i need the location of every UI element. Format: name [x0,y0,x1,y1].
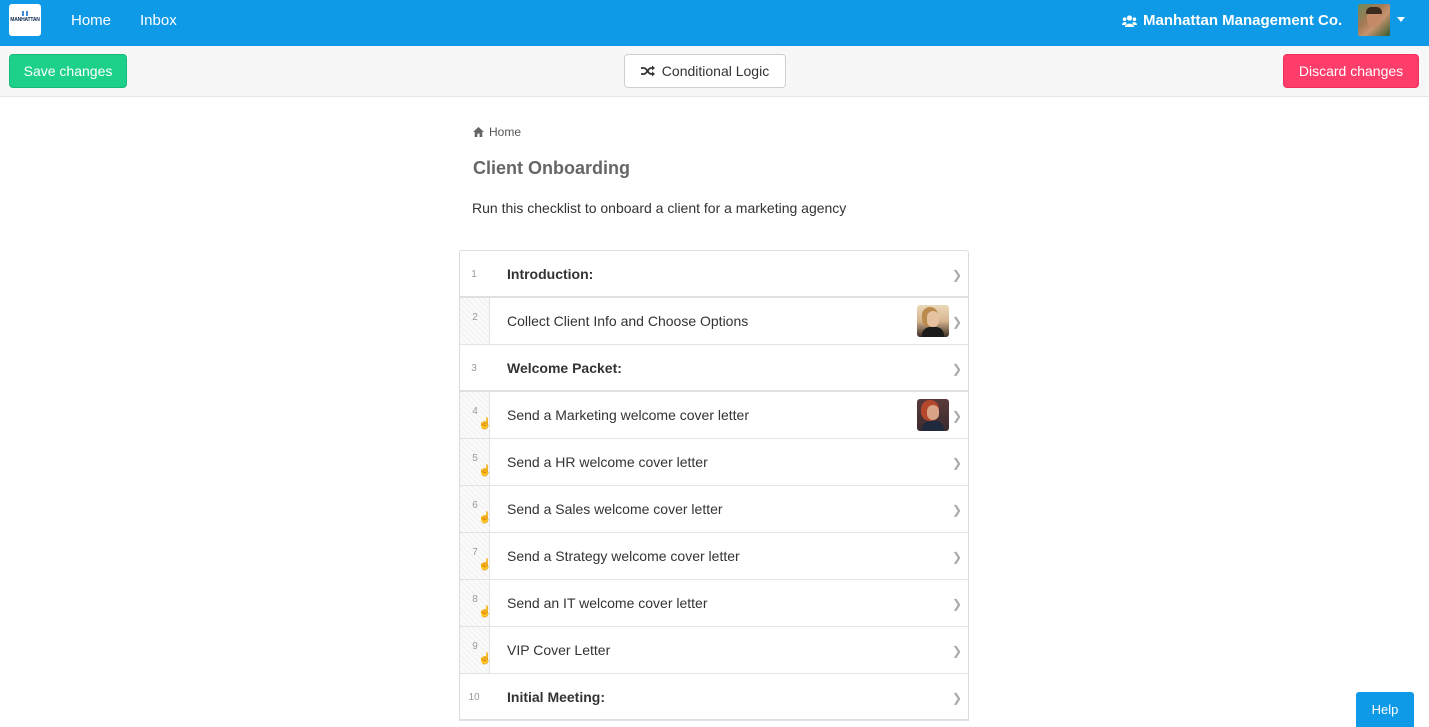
task-label: Collect Client Info and Choose Options [507,313,749,329]
task-number: 8 [472,594,478,605]
task-row[interactable]: 7 ☝ Send a Strategy welcome cover letter … [460,533,968,580]
chevron-right-icon: ❯ [951,268,962,282]
task-number-cell: 3 [460,345,490,390]
assignee-avatar[interactable] [917,399,949,431]
organization-switcher[interactable]: Manhattan Management Co. [1122,12,1342,29]
avatar-hair [1366,7,1382,14]
task-label: Initial Meeting: [507,689,605,705]
chevron-right-icon: ❯ [951,550,962,564]
task-number-cell: 2 [460,298,490,344]
task-row[interactable]: 6 ☝ Send a Sales welcome cover letter ❯ [460,486,968,533]
conditional-logic-button[interactable]: Conditional Logic [624,54,786,88]
task-number-cell: 6 ☝ [460,486,492,532]
save-changes-button[interactable]: Save changes [9,54,127,88]
assignee-avatar[interactable] [917,305,949,337]
top-navbar: MANHATTAN Home Inbox Manhattan Managemen… [0,0,1429,46]
task-label: Send a Sales welcome cover letter [507,501,723,517]
task-number-cell: 8 ☝ [460,580,492,626]
task-row[interactable]: 1 Introduction: ❯ [460,251,968,298]
task-row[interactable]: 10 Initial Meeting: ❯ [460,674,968,721]
hand-pointer-icon[interactable]: ☝ [478,513,492,524]
user-avatar[interactable] [1358,4,1390,36]
task-number: 9 [472,641,478,652]
task-number: 1 [471,269,477,280]
task-number-cell: 1 [460,251,490,296]
task-label: Send a HR welcome cover letter [507,454,708,470]
chevron-right-icon: ❯ [951,644,962,658]
hand-pointer-icon[interactable]: ☝ [478,654,492,665]
task-list: 1 Introduction: ❯ 2 Collect Client Info … [459,250,969,721]
chevron-right-icon: ❯ [951,409,962,423]
chevron-right-icon: ❯ [951,503,962,517]
task-number: 6 [472,500,478,511]
hand-pointer-icon[interactable]: ☝ [478,466,492,477]
task-row[interactable]: 8 ☝ Send an IT welcome cover letter ❯ [460,580,968,627]
task-label: Send an IT welcome cover letter [507,595,708,611]
nav-home-link[interactable]: Home [71,12,111,29]
hand-pointer-icon[interactable]: ☝ [478,419,492,430]
task-row[interactable]: 5 ☝ Send a HR welcome cover letter ❯ [460,439,968,486]
task-number: 2 [472,312,478,323]
task-number-cell: 7 ☝ [460,533,492,579]
task-label: Welcome Packet: [507,360,622,376]
task-number: 10 [468,692,480,703]
page-title[interactable]: Client Onboarding [473,158,630,179]
task-number-cell: 5 ☝ [460,439,492,485]
chevron-right-icon: ❯ [951,456,962,470]
task-row[interactable]: 2 Collect Client Info and Choose Options… [460,298,968,345]
task-label: Introduction: [507,266,594,282]
conditional-logic-label: Conditional Logic [661,63,770,79]
task-number: 4 [472,406,478,417]
hand-pointer-icon[interactable]: ☝ [478,607,492,618]
logo-mark [22,11,28,16]
chevron-right-icon: ❯ [951,315,962,329]
organization-name: Manhattan Management Co. [1143,12,1343,29]
nav-inbox-link[interactable]: Inbox [140,12,177,29]
chevron-right-icon: ❯ [951,691,962,705]
task-number-cell: 10 [460,674,490,719]
users-icon [1122,14,1137,27]
chevron-right-icon: ❯ [951,597,962,611]
task-row[interactable]: 3 Welcome Packet: ❯ [460,345,968,392]
task-label: Send a Strategy welcome cover letter [507,548,740,564]
user-menu-caret-icon[interactable] [1397,17,1405,22]
task-number: 5 [472,453,478,464]
help-button[interactable]: Help [1356,692,1414,727]
logo-text: MANHATTAN [10,17,40,23]
page-description[interactable]: Run this checklist to onboard a client f… [472,200,846,216]
task-label: Send a Marketing welcome cover letter [507,407,749,423]
task-number-cell: 9 ☝ [460,627,492,673]
hand-pointer-icon[interactable]: ☝ [478,560,492,571]
task-row[interactable]: 9 ☝ VIP Cover Letter ❯ [460,627,968,674]
breadcrumb[interactable]: Home [473,125,521,139]
breadcrumb-home: Home [489,125,522,139]
shuffle-icon [640,65,655,77]
chevron-right-icon: ❯ [951,362,962,376]
company-logo[interactable]: MANHATTAN [9,4,41,36]
task-number: 7 [472,547,478,558]
task-label: VIP Cover Letter [507,642,611,658]
task-row[interactable]: 4 ☝ Send a Marketing welcome cover letter… [460,392,968,439]
home-icon [473,127,484,137]
task-number-cell: 4 ☝ [460,392,492,438]
discard-changes-button[interactable]: Discard changes [1283,54,1419,88]
task-number: 3 [471,363,477,374]
edit-toolbar: Save changes Conditional Logic Discard c… [0,46,1429,97]
